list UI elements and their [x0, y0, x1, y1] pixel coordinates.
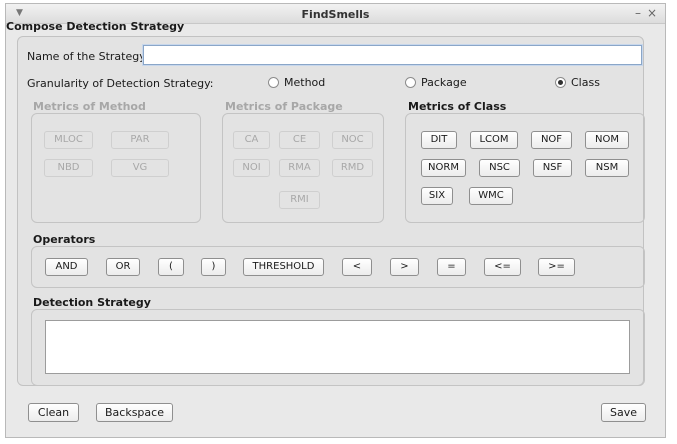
metric-vg-button[interactable]: VG — [111, 159, 169, 177]
minimize-icon[interactable]: – — [635, 6, 641, 20]
operators-title: Operators — [33, 233, 96, 246]
operator-less-equal-button[interactable]: <= — [484, 258, 521, 276]
metric-ca-button[interactable]: CA — [233, 131, 270, 149]
strategy-name-label: Name of the Strategy: — [27, 50, 149, 63]
radio-unchecked-icon — [405, 77, 416, 88]
metrics-package-title: Metrics of Package — [225, 100, 343, 113]
operator-or-button[interactable]: OR — [106, 258, 140, 276]
operator-and-button[interactable]: AND — [45, 258, 88, 276]
radio-checked-icon — [555, 77, 566, 88]
operator-threshold-button[interactable]: THRESHOLD — [243, 258, 324, 276]
metric-six-button[interactable]: SIX — [421, 187, 453, 205]
granularity-method-radio[interactable]: Method — [268, 76, 325, 89]
metric-nsc-button[interactable]: NSC — [479, 159, 520, 177]
metrics-method-title: Metrics of Method — [33, 100, 146, 113]
metric-rmi-button[interactable]: RMI — [279, 191, 320, 209]
granularity-label: Granularity of Detection Strategy: — [27, 77, 214, 90]
operator-equals-button[interactable]: = — [437, 258, 466, 276]
detection-strategy-textarea[interactable] — [45, 320, 630, 374]
metric-nom-button[interactable]: NOM — [585, 131, 629, 149]
metric-rmd-button[interactable]: RMD — [332, 159, 373, 177]
metric-par-button[interactable]: PAR — [111, 131, 169, 149]
metric-wmc-button[interactable]: WMC — [469, 187, 513, 205]
operator-close-paren-button[interactable]: ) — [201, 258, 226, 276]
metric-noi-button[interactable]: NOI — [233, 159, 270, 177]
operator-greater-than-button[interactable]: > — [390, 258, 419, 276]
metric-lcom-button[interactable]: LCOM — [470, 131, 518, 149]
granularity-class-label: Class — [571, 76, 600, 89]
operator-open-paren-button[interactable]: ( — [158, 258, 184, 276]
metric-mloc-button[interactable]: MLOC — [44, 131, 93, 149]
operator-greater-equal-button[interactable]: >= — [538, 258, 575, 276]
granularity-method-label: Method — [284, 76, 326, 89]
metric-noc-button[interactable]: NOC — [332, 131, 373, 149]
metric-nsf-button[interactable]: NSF — [533, 159, 572, 177]
operator-less-than-button[interactable]: < — [342, 258, 372, 276]
metric-nof-button[interactable]: NOF — [531, 131, 572, 149]
metric-rma-button[interactable]: RMA — [279, 159, 320, 177]
metric-nbd-button[interactable]: NBD — [44, 159, 93, 177]
granularity-class-radio[interactable]: Class — [555, 76, 600, 89]
granularity-package-label: Package — [421, 76, 467, 89]
metric-norm-button[interactable]: NORM — [421, 159, 466, 177]
page-title: Compose Detection Strategy — [6, 20, 185, 33]
metrics-class-title: Metrics of Class — [408, 100, 507, 113]
strategy-name-input[interactable] — [143, 45, 642, 65]
metric-ce-button[interactable]: CE — [279, 131, 320, 149]
save-button[interactable]: Save — [601, 403, 646, 422]
backspace-button[interactable]: Backspace — [96, 403, 173, 422]
close-icon[interactable]: × — [647, 6, 657, 20]
radio-unchecked-icon — [268, 77, 279, 88]
metric-nsm-button[interactable]: NSM — [585, 159, 629, 177]
clean-button[interactable]: Clean — [28, 403, 79, 422]
metric-dit-button[interactable]: DIT — [421, 131, 457, 149]
detection-strategy-title: Detection Strategy — [33, 296, 151, 309]
granularity-package-radio[interactable]: Package — [405, 76, 467, 89]
